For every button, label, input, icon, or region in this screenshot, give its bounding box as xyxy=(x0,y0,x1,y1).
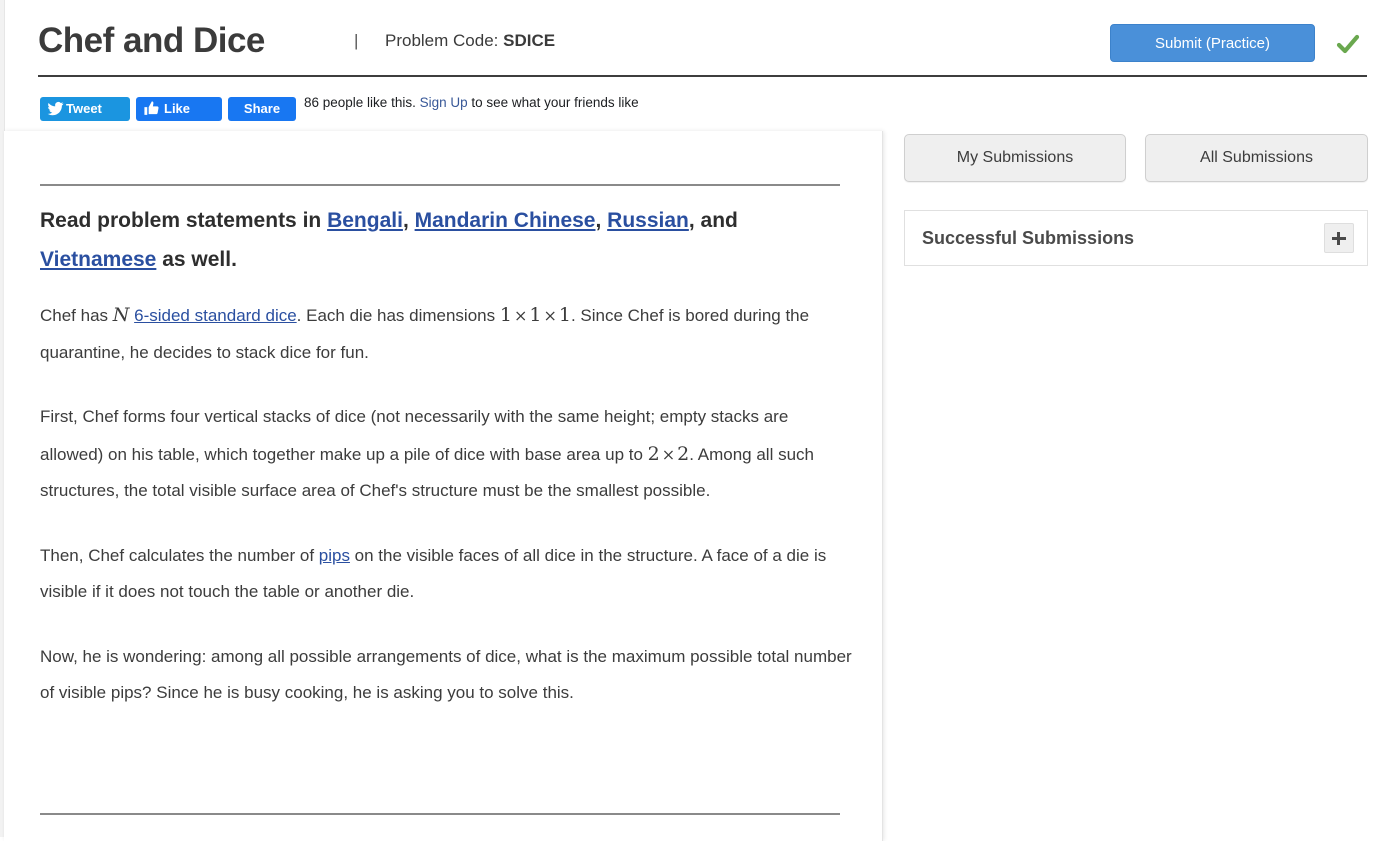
p1-text-b: . Each die has dimensions xyxy=(296,306,500,325)
sign-up-link[interactable]: Sign Up xyxy=(420,95,468,110)
language-link-vietnamese[interactable]: Vietnamese xyxy=(40,248,156,271)
like-count-text: 86 people like this. Sign Up to see what… xyxy=(304,92,679,130)
page-root: Chef and Dice | Problem Code: SDICE Subm… xyxy=(4,0,1400,841)
tweet-button-label: Tweet xyxy=(66,101,102,116)
like-count-suffix: to see what your friends like xyxy=(467,95,639,110)
problem-code-value: SDICE xyxy=(503,31,556,50)
dice-reference-link[interactable]: 6-sided standard dice xyxy=(134,306,297,325)
tab-my-submissions[interactable]: My Submissions xyxy=(904,134,1126,182)
statement-paragraph-2: First, Chef forms four vertical stacks o… xyxy=(40,399,852,510)
translations-line: Read problem statements in Bengali, Mand… xyxy=(40,201,852,279)
math-times-2: × xyxy=(543,306,557,325)
check-icon xyxy=(1335,31,1361,57)
statement-top-divider xyxy=(40,184,840,186)
lang-sep-2: , and xyxy=(688,209,738,232)
math-dim-1: 1 xyxy=(499,304,512,326)
math-dim-3: 1 xyxy=(558,304,571,326)
statement-bottom-divider xyxy=(40,813,840,815)
language-link-mandarin-chinese[interactable]: Mandarin Chinese xyxy=(415,209,596,232)
lang-sep-1: , xyxy=(595,209,608,232)
plus-icon[interactable] xyxy=(1324,223,1354,253)
problem-statement-card: Read problem statements in Bengali, Mand… xyxy=(4,131,883,841)
submit-practice-button[interactable]: Submit (Practice) xyxy=(1110,24,1315,62)
like-count-prefix: 86 people like this. xyxy=(304,95,420,110)
plus-icon-vertical-bar xyxy=(1337,232,1340,245)
facebook-share-button[interactable]: Share xyxy=(228,97,296,121)
problem-code-label: Problem Code: xyxy=(385,31,499,50)
facebook-like-button[interactable]: Like xyxy=(136,97,222,121)
translations-prefix: Read problem statements in xyxy=(40,209,328,232)
math-base-a: 2 xyxy=(647,442,660,465)
like-button-label: Like xyxy=(164,101,191,116)
problem-statement-body: Read problem statements in Bengali, Mand… xyxy=(40,201,852,740)
statement-paragraph-3: Then, Chef calculates the number of pips… xyxy=(40,538,852,611)
language-link-bengali[interactable]: Bengali xyxy=(327,209,403,232)
tab-all-submissions[interactable]: All Submissions xyxy=(1145,134,1368,182)
p1-text-a: Chef has xyxy=(40,306,113,325)
math-var-n: N xyxy=(112,304,130,326)
lang-sep-3: as well. xyxy=(156,248,237,271)
header-divider xyxy=(38,75,1367,77)
math-base-b: 2 xyxy=(677,442,690,465)
p3-text-a: Then, Chef calculates the number of xyxy=(40,545,319,565)
math-dim-2: 1 xyxy=(529,304,542,326)
twitter-bird-icon xyxy=(47,100,64,117)
successful-submissions-title: Successful Submissions xyxy=(922,228,1135,248)
thumbs-up-icon xyxy=(143,100,160,117)
title-separator: | xyxy=(354,31,359,50)
tweet-button[interactable]: Tweet xyxy=(40,97,130,121)
problem-code: Problem Code: SDICE xyxy=(385,31,555,51)
social-share-bar: Tweet Like Share 86 people like this. Si… xyxy=(4,92,884,132)
statement-paragraph-1: Chef has N 6-sided standard dice. Each d… xyxy=(40,297,852,371)
page-header: Chef and Dice | Problem Code: SDICE Subm… xyxy=(4,0,1400,77)
language-link-russian[interactable]: Russian xyxy=(607,209,689,232)
statement-paragraph-4: Now, he is wondering: among all possible… xyxy=(40,646,852,703)
math-times-3: × xyxy=(661,444,676,464)
submissions-tab-group: My Submissions All Submissions xyxy=(899,131,1369,183)
successful-submissions-panel: Successful Submissions xyxy=(904,210,1368,266)
page-title: Chef and Dice xyxy=(38,21,265,60)
pips-reference-link[interactable]: pips xyxy=(319,546,350,565)
math-times-1: × xyxy=(513,306,528,325)
submissions-sidebar: My Submissions All Submissions Successfu… xyxy=(899,131,1369,266)
lang-sep-0: , xyxy=(402,209,415,232)
